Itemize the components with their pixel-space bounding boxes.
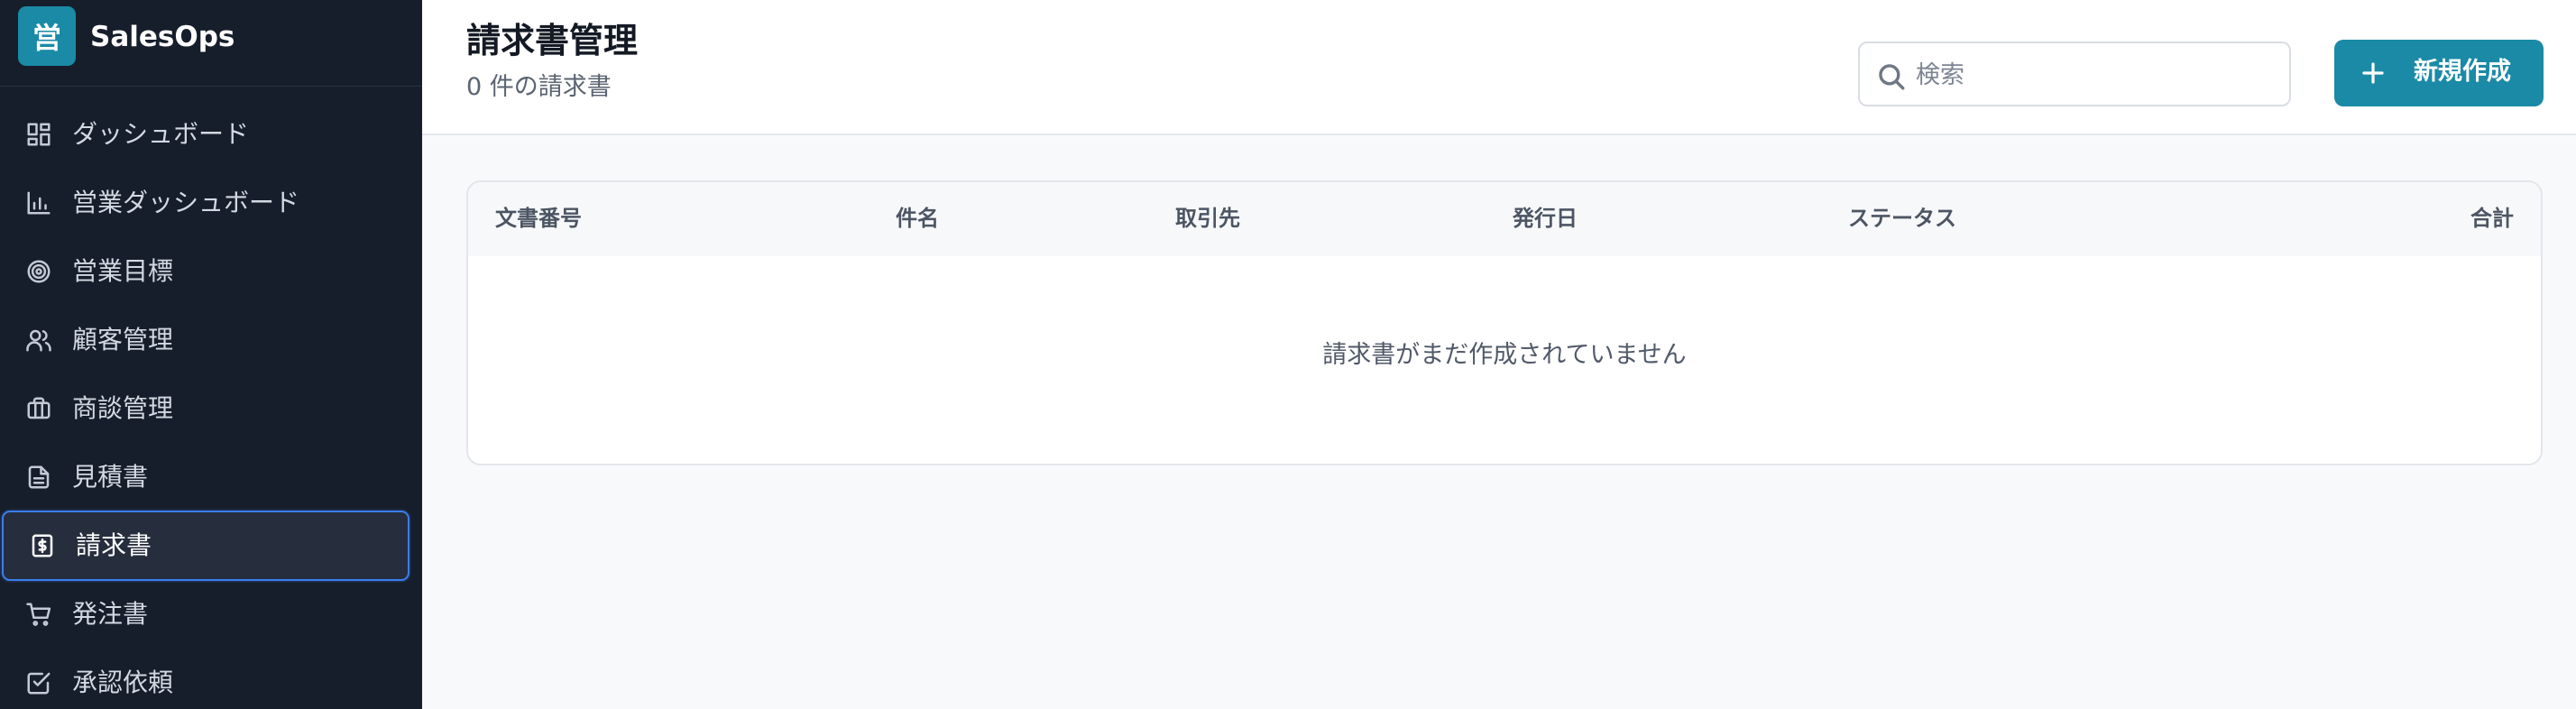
check-square-icon <box>24 668 53 697</box>
document-icon <box>24 463 53 492</box>
column-header-issue-date[interactable]: 発行日 <box>1513 200 1578 236</box>
brand-logo: 営 <box>18 6 76 66</box>
column-header-total[interactable]: 合計 <box>2470 200 2514 236</box>
brand: 営 SalesOps <box>0 0 422 87</box>
column-header-status[interactable]: ステータス <box>1848 200 1956 236</box>
column-header-subject[interactable]: 件名 <box>896 200 939 236</box>
sidebar-item-label: 営業ダッシュボード <box>72 188 300 217</box>
sidebar-item-sales-dashboard[interactable]: 営業ダッシュボード <box>0 168 411 238</box>
sidebar: 営 SalesOps ダッシュボード 営業ダッシュボード 営業目標 顧客管理 商… <box>0 0 422 709</box>
search-icon <box>1876 61 1907 92</box>
sidebar-item-label: 請求書 <box>76 530 152 560</box>
sidebar-item-invoices[interactable]: 請求書 <box>2 511 409 581</box>
sidebar-item-sales-goals[interactable]: 営業目標 <box>0 236 411 307</box>
sidebar-item-label: 承認依頼 <box>72 668 174 697</box>
new-invoice-button-label: 新規作成 <box>2414 58 2511 86</box>
users-icon <box>24 326 53 354</box>
sidebar-item-purchase-orders[interactable]: 発注書 <box>0 579 411 649</box>
table-header: 文書番号 件名 取引先 発行日 ステータス 合計 <box>468 182 2541 256</box>
sidebar-item-label: 営業目標 <box>72 256 174 286</box>
invoice-icon <box>28 531 57 560</box>
sidebar-item-label: 発注書 <box>72 599 149 629</box>
sidebar-item-customers[interactable]: 顧客管理 <box>0 305 411 375</box>
plus-icon <box>2360 60 2387 87</box>
cart-icon <box>24 600 53 629</box>
sidebar-item-dashboard[interactable]: ダッシュボード <box>0 99 411 170</box>
new-invoice-button[interactable]: 新規作成 <box>2334 40 2544 106</box>
sidebar-item-label: 見積書 <box>72 462 149 492</box>
sidebar-item-label: 顧客管理 <box>72 325 174 354</box>
column-header-doc-number[interactable]: 文書番号 <box>495 200 582 236</box>
sidebar-item-label: ダッシュボード <box>72 119 250 149</box>
invoice-count: 0 件の請求書 <box>466 73 612 101</box>
invoice-table: 文書番号 件名 取引先 発行日 ステータス 合計 請求書がまだ作成されていません <box>466 180 2543 465</box>
target-icon <box>24 257 53 286</box>
empty-state-message: 請求書がまだ作成されていません <box>1322 341 1687 369</box>
sidebar-item-deals[interactable]: 商談管理 <box>0 373 411 444</box>
sidebar-item-approvals[interactable]: 承認依頼 <box>0 648 411 709</box>
briefcase-icon <box>24 394 53 423</box>
search-input[interactable] <box>1916 52 2277 97</box>
page-header: 請求書管理 0 件の請求書 新規作成 <box>422 0 2576 135</box>
page-title: 請求書管理 <box>466 21 639 60</box>
bar-chart-icon <box>24 189 53 217</box>
brand-name: SalesOps <box>90 21 235 53</box>
sidebar-item-quotes[interactable]: 見積書 <box>0 442 411 512</box>
column-header-client[interactable]: 取引先 <box>1175 200 1240 236</box>
dashboard-icon <box>24 120 53 149</box>
sidebar-item-label: 商談管理 <box>72 393 174 423</box>
search-box <box>1858 41 2291 106</box>
